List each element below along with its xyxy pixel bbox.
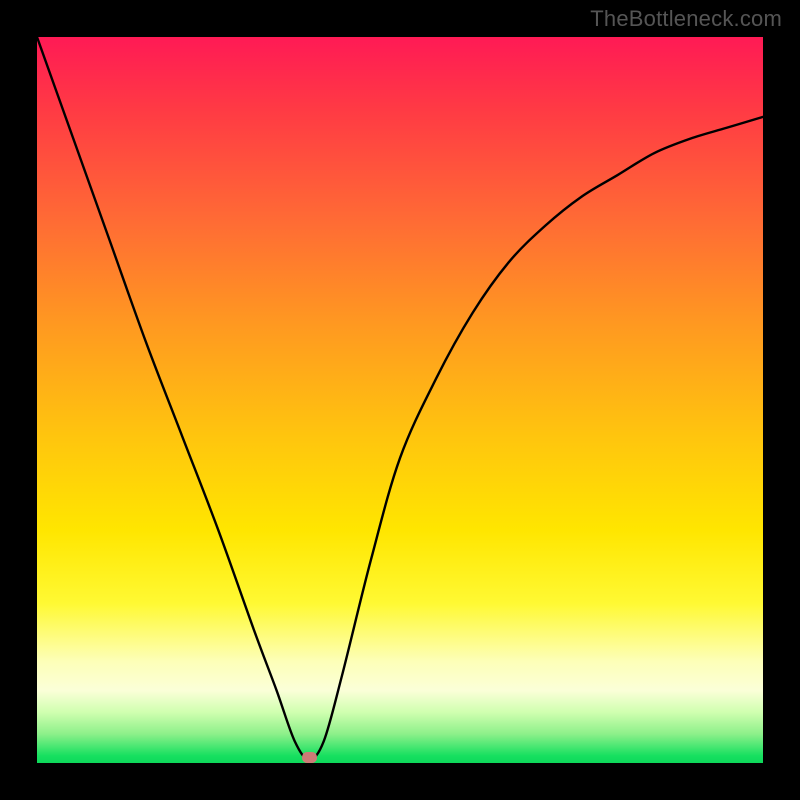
curve-layer (37, 37, 763, 763)
plot-area (37, 37, 763, 763)
watermark-text: TheBottleneck.com (590, 6, 782, 32)
minimum-marker (302, 752, 317, 763)
chart-frame: TheBottleneck.com (0, 0, 800, 800)
bottleneck-curve (37, 37, 763, 759)
